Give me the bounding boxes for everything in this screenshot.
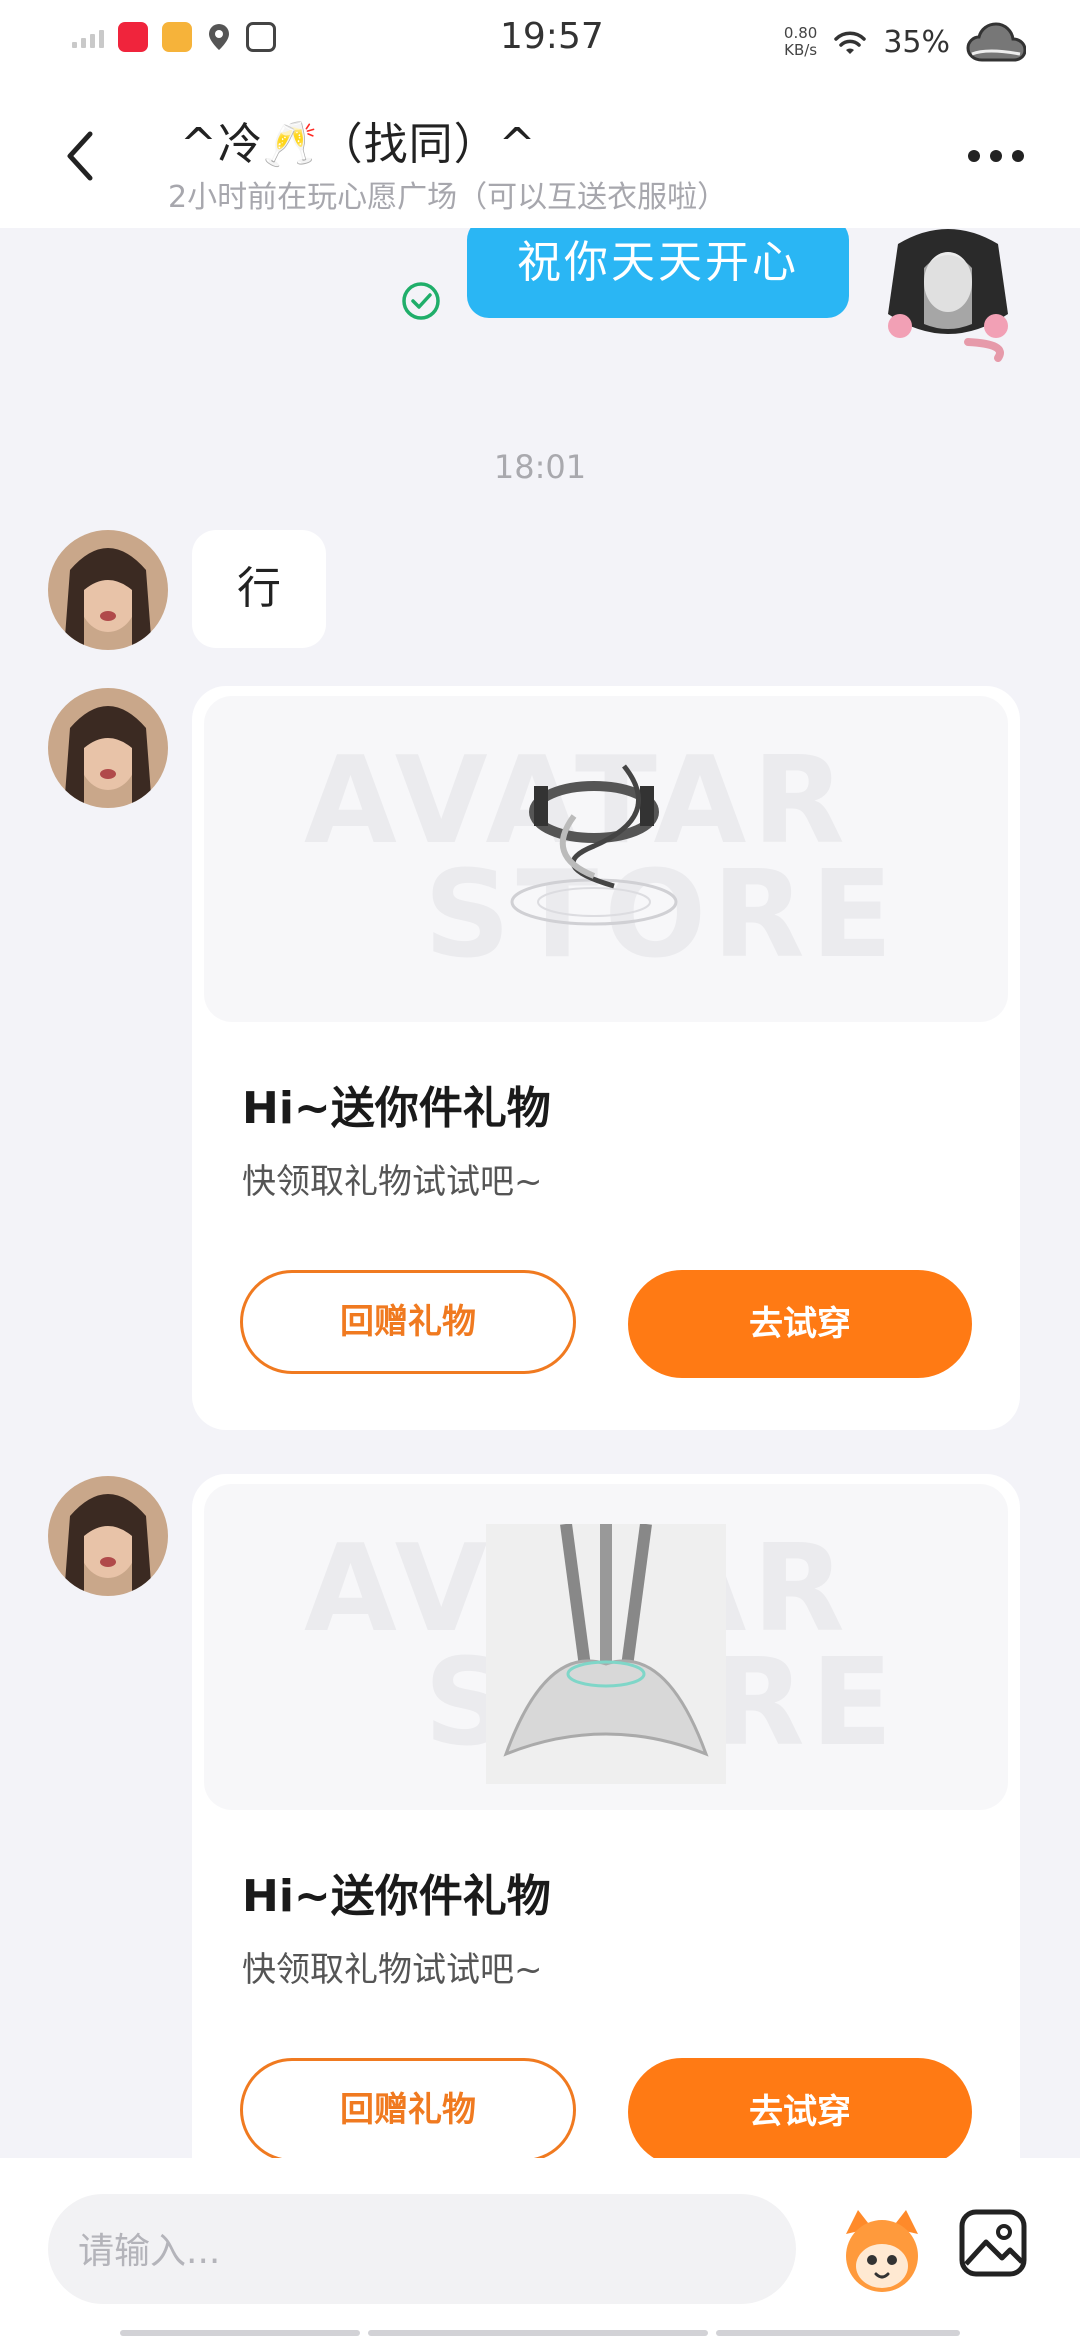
video-app-icon <box>162 22 192 52</box>
gift-subtitle: 快领取礼物试试吧~ <box>242 1950 543 1990</box>
gift-title: Hi~送你件礼物 <box>242 1083 551 1134</box>
chat-title: ^冷🥂（找同）^ <box>180 119 537 170</box>
contact-avatar[interactable] <box>48 1476 168 1596</box>
gift-card: AVATAR STORE Hi~送你件礼物 快领取礼物试试吧~ 回赠礼物 去试穿 <box>192 1474 1020 2158</box>
message-input[interactable]: 请输入... <box>48 2194 796 2304</box>
try-on-button[interactable]: 去试穿 <box>628 2058 972 2158</box>
gift-item-ring-icon <box>510 764 678 926</box>
chat-header: ^冷🥂（找同）^ 2小时前在玩心愿广场（可以互送衣服啦） <box>0 84 1080 228</box>
home-indicator <box>120 2330 960 2336</box>
status-left <box>72 22 276 52</box>
contact-avatar[interactable] <box>48 530 168 650</box>
battery-cloud-icon <box>966 22 1026 62</box>
avatar-photo <box>48 688 168 808</box>
status-bar: 19:57 0.80 KB/s 35% <box>0 0 1080 84</box>
wifi-icon <box>834 31 867 54</box>
more-options-icon[interactable] <box>968 150 1024 162</box>
try-on-button[interactable]: 去试穿 <box>628 1270 972 1378</box>
status-time: 19:57 <box>500 16 604 57</box>
signal-icon <box>72 26 104 48</box>
net-speed-unit: KB/s <box>784 41 818 59</box>
gift-card: AVATAR STORE Hi~送你件礼物 快领取礼物试试吧~ 回赠礼物 去试穿 <box>192 686 1020 1430</box>
return-gift-button[interactable]: 回赠礼物 <box>240 2058 576 2158</box>
net-speed-value: 0.80 <box>783 24 818 42</box>
bottom-input-bar: 请输入... <box>0 2158 1080 2340</box>
input-placeholder: 请输入... <box>78 2231 221 2272</box>
return-gift-button[interactable]: 回赠礼物 <box>240 1270 576 1374</box>
gift-title: Hi~送你件礼物 <box>242 1871 551 1922</box>
status-right: 0.80 KB/s 35% <box>784 20 1026 64</box>
avatar-photo <box>48 530 168 650</box>
gift-subtitle: 快领取礼物试试吧~ <box>242 1162 543 1202</box>
du-app-icon <box>246 22 276 52</box>
battery-percent: 35% <box>883 24 950 60</box>
image-picker-icon[interactable] <box>958 2208 1028 2278</box>
xiaohongshu-icon <box>118 22 148 52</box>
gift-item-shoes-icon <box>486 1524 726 1784</box>
net-speed: 0.80 KB/s <box>784 25 817 59</box>
back-arrow-icon[interactable] <box>60 126 100 186</box>
outgoing-message-bubble[interactable]: 祝你天天开心 <box>467 228 849 318</box>
incoming-message-bubble[interactable]: 行 <box>192 530 326 648</box>
gift-image[interactable]: AVATAR STORE <box>204 1484 1008 1810</box>
self-avatar[interactable] <box>878 228 1018 362</box>
sent-check-icon <box>402 282 440 320</box>
contact-avatar[interactable] <box>48 688 168 808</box>
emoji-mascot-icon[interactable] <box>836 2204 928 2296</box>
gift-image[interactable]: AVATAR STORE <box>204 696 1008 1022</box>
time-divider: 18:01 <box>493 448 587 486</box>
chat-subtitle: 2小时前在玩心愿广场（可以互送衣服啦） <box>168 180 728 215</box>
avatar-photo <box>48 1476 168 1596</box>
location-icon <box>209 24 229 50</box>
chat-messages[interactable]: 祝你天天开心 18:01 行 AVATAR STORE Hi~送你件礼物 快领取… <box>0 228 1080 2158</box>
